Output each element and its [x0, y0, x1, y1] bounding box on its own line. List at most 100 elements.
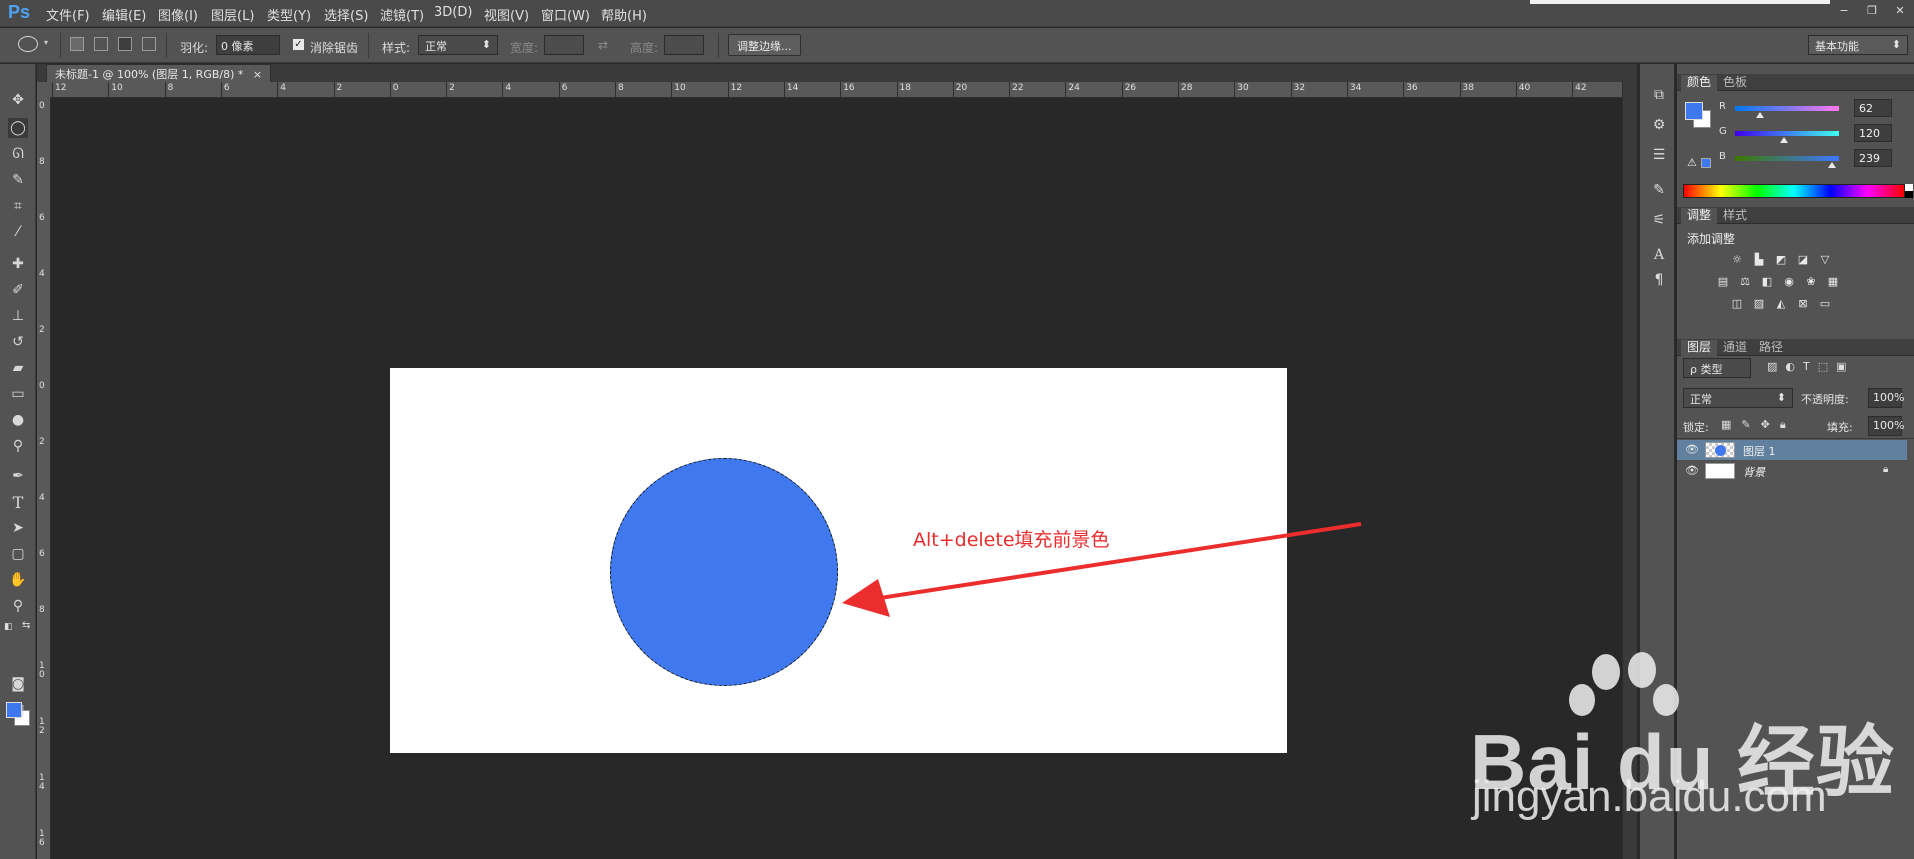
width-input[interactable]: [544, 35, 584, 55]
pen-tool-icon[interactable]: ✒: [8, 466, 28, 486]
tab-swatches[interactable]: 色板: [1717, 75, 1753, 91]
actions-panel-icon[interactable]: ⚙: [1648, 114, 1670, 136]
pixel-filter-icon[interactable]: ▨: [1767, 360, 1777, 373]
color-spectrum-bar[interactable]: [1683, 184, 1905, 198]
color-slider-g[interactable]: G 120: [1677, 123, 1914, 143]
visibility-eye-icon[interactable]: 👁︎: [1685, 443, 1699, 456]
history-panel-icon[interactable]: ⧉: [1648, 84, 1670, 106]
menu-item[interactable]: 图像(I): [158, 5, 198, 24]
zoom-tool-icon[interactable]: ⚲: [8, 596, 28, 616]
healing-brush-tool-icon[interactable]: ✚: [8, 254, 28, 274]
vibrance-icon[interactable]: ▽: [1817, 252, 1833, 266]
tab-channels[interactable]: 通道: [1717, 340, 1753, 356]
menu-item[interactable]: 文件(F): [46, 5, 90, 24]
minimize-button[interactable]: −: [1830, 0, 1858, 20]
document-tab[interactable]: 未标题-1 @ 100% (图层 1, RGB/8) * ×: [46, 64, 272, 82]
opacity-input[interactable]: 100%: [1868, 388, 1904, 408]
channel-value-input[interactable]: 62: [1854, 99, 1892, 117]
clone-stamp-tool-icon[interactable]: ⊥: [8, 306, 28, 326]
new-selection-icon[interactable]: [70, 37, 84, 51]
menu-item[interactable]: 滤镜(T): [380, 5, 424, 24]
history-brush-tool-icon[interactable]: ↺: [8, 332, 28, 352]
curves-icon[interactable]: ◩: [1773, 252, 1789, 266]
channel-value-input[interactable]: 120: [1854, 124, 1892, 142]
slider-thumb[interactable]: [1779, 137, 1788, 143]
elliptical-marquee-icon[interactable]: [18, 36, 38, 52]
filled-circle-selection[interactable]: [610, 458, 838, 686]
channel-mixer-icon[interactable]: ❀: [1803, 274, 1819, 288]
foreground-color-swatch[interactable]: [6, 702, 22, 718]
intersect-selection-icon[interactable]: [142, 37, 156, 51]
menu-item[interactable]: 类型(Y): [267, 5, 311, 24]
height-input[interactable]: [664, 35, 704, 55]
slider-track[interactable]: [1735, 106, 1839, 111]
gradient-tool-icon[interactable]: ▭: [8, 384, 28, 404]
refine-edge-button[interactable]: 调整边缘...: [728, 34, 801, 56]
character-panel-icon[interactable]: A: [1648, 244, 1670, 266]
type-tool-icon[interactable]: T: [8, 492, 28, 512]
swap-colors-icon[interactable]: ⇆: [22, 620, 34, 632]
workspace-select[interactable]: 基本功能 ⬍: [1808, 35, 1908, 55]
properties-panel-icon[interactable]: ☰: [1648, 144, 1670, 166]
feather-input[interactable]: 0 像素: [216, 35, 280, 55]
lock-pixels-icon[interactable]: ✎: [1741, 418, 1750, 432]
layer-filter-select[interactable]: ρ 类型: [1683, 358, 1751, 378]
menu-item[interactable]: 选择(S): [324, 5, 368, 24]
close-button[interactable]: ✕: [1886, 0, 1914, 20]
posterize-icon[interactable]: ▨: [1751, 296, 1767, 310]
brush-panel-icon[interactable]: ✎: [1648, 179, 1670, 201]
menu-item[interactable]: 编辑(E): [102, 5, 146, 24]
dodge-tool-icon[interactable]: ⚲: [8, 436, 28, 456]
layer-name[interactable]: 图层 1: [1743, 443, 1776, 459]
move-tool-icon[interactable]: ✥: [8, 90, 28, 110]
layer-row[interactable]: 👁︎ 背景 🔒︎: [1677, 461, 1907, 481]
close-tab-icon[interactable]: ×: [253, 68, 262, 81]
color-slider-r[interactable]: R 62: [1677, 98, 1914, 118]
selective-color-icon[interactable]: ⊠: [1795, 296, 1811, 310]
color-balance-icon[interactable]: ⚖: [1737, 274, 1753, 288]
brightness-icon[interactable]: ☼: [1729, 252, 1745, 266]
fill-input[interactable]: 100%: [1868, 416, 1904, 436]
slider-thumb[interactable]: [1756, 112, 1765, 118]
preset-dropdown-icon[interactable]: ▾: [44, 38, 48, 47]
elliptical-marquee-tool-icon[interactable]: ◯: [8, 118, 28, 138]
quick-selection-tool-icon[interactable]: ✎: [8, 170, 28, 190]
gradient-map-icon[interactable]: ▭: [1817, 296, 1833, 310]
tab-layers[interactable]: 图层: [1681, 340, 1718, 356]
channel-value-input[interactable]: 239: [1854, 149, 1892, 167]
black-white-icon[interactable]: ◧: [1759, 274, 1775, 288]
photo-filter-icon[interactable]: ◉: [1781, 274, 1797, 288]
swap-icon[interactable]: ⇄: [598, 38, 608, 52]
antialias-checkbox[interactable]: ✓: [292, 38, 305, 51]
black-white-swatch[interactable]: [1905, 184, 1913, 198]
layer-row[interactable]: 👁︎ 图层 1: [1677, 440, 1907, 460]
shape-filter-icon[interactable]: ⬚: [1818, 360, 1828, 373]
quick-mask-icon[interactable]: ◙: [8, 674, 28, 694]
lock-transparency-icon[interactable]: ▦: [1721, 418, 1731, 432]
style-select[interactable]: 正常 ⬍: [418, 35, 498, 55]
brush-tool-icon[interactable]: ✐: [8, 280, 28, 300]
levels-icon[interactable]: ▙: [1751, 252, 1767, 266]
menu-item[interactable]: 窗口(W): [541, 5, 590, 24]
smart-object-filter-icon[interactable]: ▣: [1836, 360, 1846, 373]
hue-saturation-icon[interactable]: ▤: [1715, 274, 1731, 288]
brush-presets-icon[interactable]: ⚟: [1648, 209, 1670, 231]
slider-track[interactable]: [1735, 156, 1839, 161]
rectangle-tool-icon[interactable]: ▢: [8, 544, 28, 564]
tab-adjustments[interactable]: 调整: [1681, 208, 1718, 224]
menu-item[interactable]: 3D(D): [434, 5, 472, 20]
blend-mode-select[interactable]: 正常 ⬍: [1683, 388, 1793, 408]
lock-all-icon[interactable]: 🔒︎: [1780, 418, 1786, 432]
lock-position-icon[interactable]: ✥: [1761, 418, 1770, 432]
lasso-tool-icon[interactable]: ᘏ: [8, 144, 28, 164]
tab-color[interactable]: 颜色: [1681, 75, 1718, 91]
menu-item[interactable]: 视图(V): [484, 5, 529, 24]
blur-tool-icon[interactable]: ●: [8, 410, 28, 430]
exposure-icon[interactable]: ◪: [1795, 252, 1811, 266]
menu-item[interactable]: 帮助(H): [601, 5, 647, 24]
invert-icon[interactable]: ◫: [1729, 296, 1745, 310]
default-colors-icon[interactable]: ◧: [4, 622, 14, 632]
add-selection-icon[interactable]: [94, 37, 108, 51]
slider-track[interactable]: [1735, 131, 1839, 136]
tab-styles[interactable]: 样式: [1717, 208, 1753, 224]
